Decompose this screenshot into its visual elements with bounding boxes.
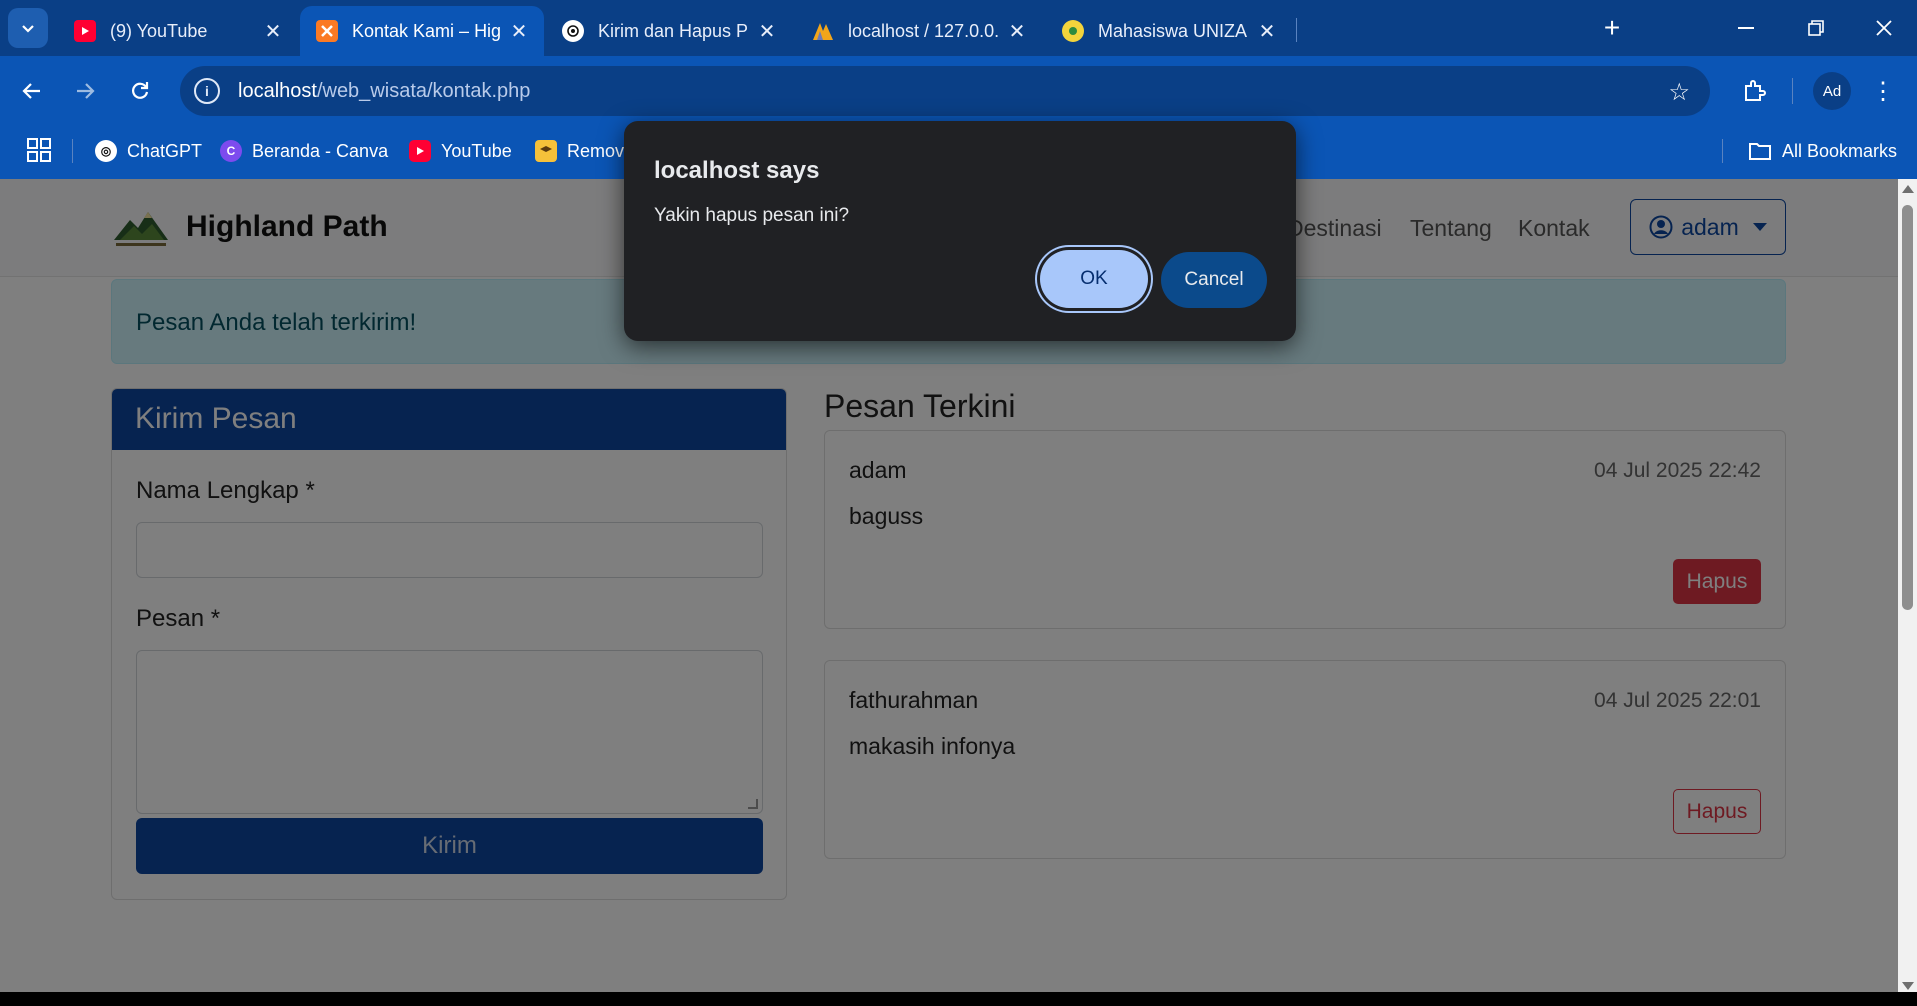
bookmark-remove[interactable]: Remov [535, 136, 624, 166]
close-tab-icon[interactable]: ✕ [1006, 19, 1028, 44]
bookmark-separator [72, 139, 73, 163]
bookmark-separator [1722, 139, 1723, 163]
phpmyadmin-icon [812, 20, 834, 42]
scroll-down-arrow-icon[interactable] [1902, 982, 1914, 990]
tab-kirim-hapus[interactable]: Kirim dan Hapus Pesan ✕ [546, 6, 792, 56]
restore-icon [1808, 20, 1824, 36]
bookmark-label: Beranda - Canva [252, 140, 389, 161]
tab-phpmyadmin[interactable]: localhost / 127.0.0.1 / web_wisata ✕ [796, 6, 1042, 56]
new-tab-button[interactable]: + [1582, 0, 1642, 56]
tab-label: Mahasiswa UNIZAR Terima [1098, 20, 1248, 41]
kebab-menu-icon[interactable]: ⋮ [1868, 73, 1898, 109]
folder-icon [1748, 143, 1771, 160]
extensions-button[interactable] [1736, 73, 1772, 109]
scroll-up-arrow-icon[interactable] [1902, 185, 1914, 193]
bookmark-label: Remov [567, 140, 625, 161]
unizar-icon [1062, 20, 1084, 42]
toolbar-separator [1792, 78, 1793, 104]
cancel-button[interactable]: Cancel [1161, 252, 1267, 308]
youtube-icon [409, 140, 431, 162]
reload-icon [132, 82, 149, 99]
arrow-right-icon [77, 83, 95, 99]
dialog-title: localhost says [654, 157, 820, 184]
close-tab-icon[interactable]: ✕ [756, 19, 778, 44]
bookmark-youtube[interactable]: YouTube [409, 136, 512, 166]
forward-button[interactable] [65, 71, 105, 111]
info-icon[interactable]: i [194, 78, 220, 104]
close-icon [1876, 20, 1892, 36]
bookmark-label: ChatGPT [127, 140, 203, 161]
apps-grid-icon[interactable] [26, 137, 52, 163]
confirm-dialog: localhost says Yakin hapus pesan ini? OK… [624, 121, 1296, 341]
close-window-button[interactable] [1854, 0, 1914, 56]
profile-avatar[interactable]: Ad [1813, 72, 1851, 110]
chatgpt-icon [562, 20, 584, 42]
scrollbar-thumb[interactable] [1902, 205, 1913, 610]
close-tab-icon[interactable]: ✕ [1256, 19, 1278, 44]
address-bar[interactable]: i localhost/web_wisata/kontak.php ☆ [180, 66, 1710, 116]
youtube-icon [74, 20, 96, 42]
minimize-button[interactable] [1716, 0, 1776, 56]
remove-bg-icon [535, 140, 557, 162]
chevron-down-icon [22, 25, 34, 33]
tab-label: (9) YouTube [110, 20, 208, 41]
tab-separator [1296, 18, 1297, 42]
page-scrollbar[interactable] [1898, 179, 1917, 992]
bookmark-label: YouTube [441, 140, 512, 161]
tab-strip: (9) YouTube ✕ Kontak Kami – Highland Pat… [0, 0, 1917, 56]
all-bookmarks-label: All Bookmarks [1781, 140, 1897, 161]
bookmark-chatgpt[interactable]: ◎ ChatGPT [95, 136, 202, 166]
url-path: /web_wisata/kontak.php [316, 79, 531, 102]
tab-youtube[interactable]: (9) YouTube ✕ [58, 6, 298, 56]
close-tab-icon[interactable]: ✕ [262, 19, 284, 44]
back-button[interactable] [12, 71, 52, 111]
tab-label: Kirim dan Hapus Pesan [598, 20, 748, 41]
bookmark-star-icon[interactable]: ☆ [1668, 78, 1690, 107]
xampp-icon [316, 20, 338, 42]
tab-search-button[interactable] [8, 8, 48, 48]
all-bookmarks-button[interactable]: All Bookmarks [1748, 136, 1897, 166]
reload-button[interactable] [120, 71, 160, 111]
taskbar-edge [0, 992, 1917, 1006]
ok-button[interactable]: OK [1040, 250, 1148, 308]
restore-button[interactable] [1786, 0, 1846, 56]
canva-icon: C [220, 140, 242, 162]
tab-label: localhost / 127.0.0.1 / web_wisata [848, 20, 998, 41]
browser-toolbar: i localhost/web_wisata/kontak.php ☆ Ad ⋮ [0, 56, 1917, 126]
tab-unizar[interactable]: Mahasiswa UNIZAR Terima ✕ [1046, 6, 1292, 56]
dialog-message: Yakin hapus pesan ini? [654, 205, 850, 226]
chatgpt-icon: ◎ [95, 140, 117, 162]
url-host: localhost [238, 79, 317, 102]
bookmark-canva[interactable]: C Beranda - Canva [220, 136, 388, 166]
url-text: localhost/web_wisata/kontak.php [238, 80, 530, 103]
arrow-left-icon [22, 83, 40, 99]
tab-kontak-kami[interactable]: Kontak Kami – Highland Path ✕ [300, 6, 544, 56]
minimize-icon [1738, 27, 1754, 29]
tab-label: Kontak Kami – Highland Path [352, 20, 500, 41]
puzzle-icon [1745, 80, 1766, 101]
close-tab-icon[interactable]: ✕ [508, 19, 530, 44]
